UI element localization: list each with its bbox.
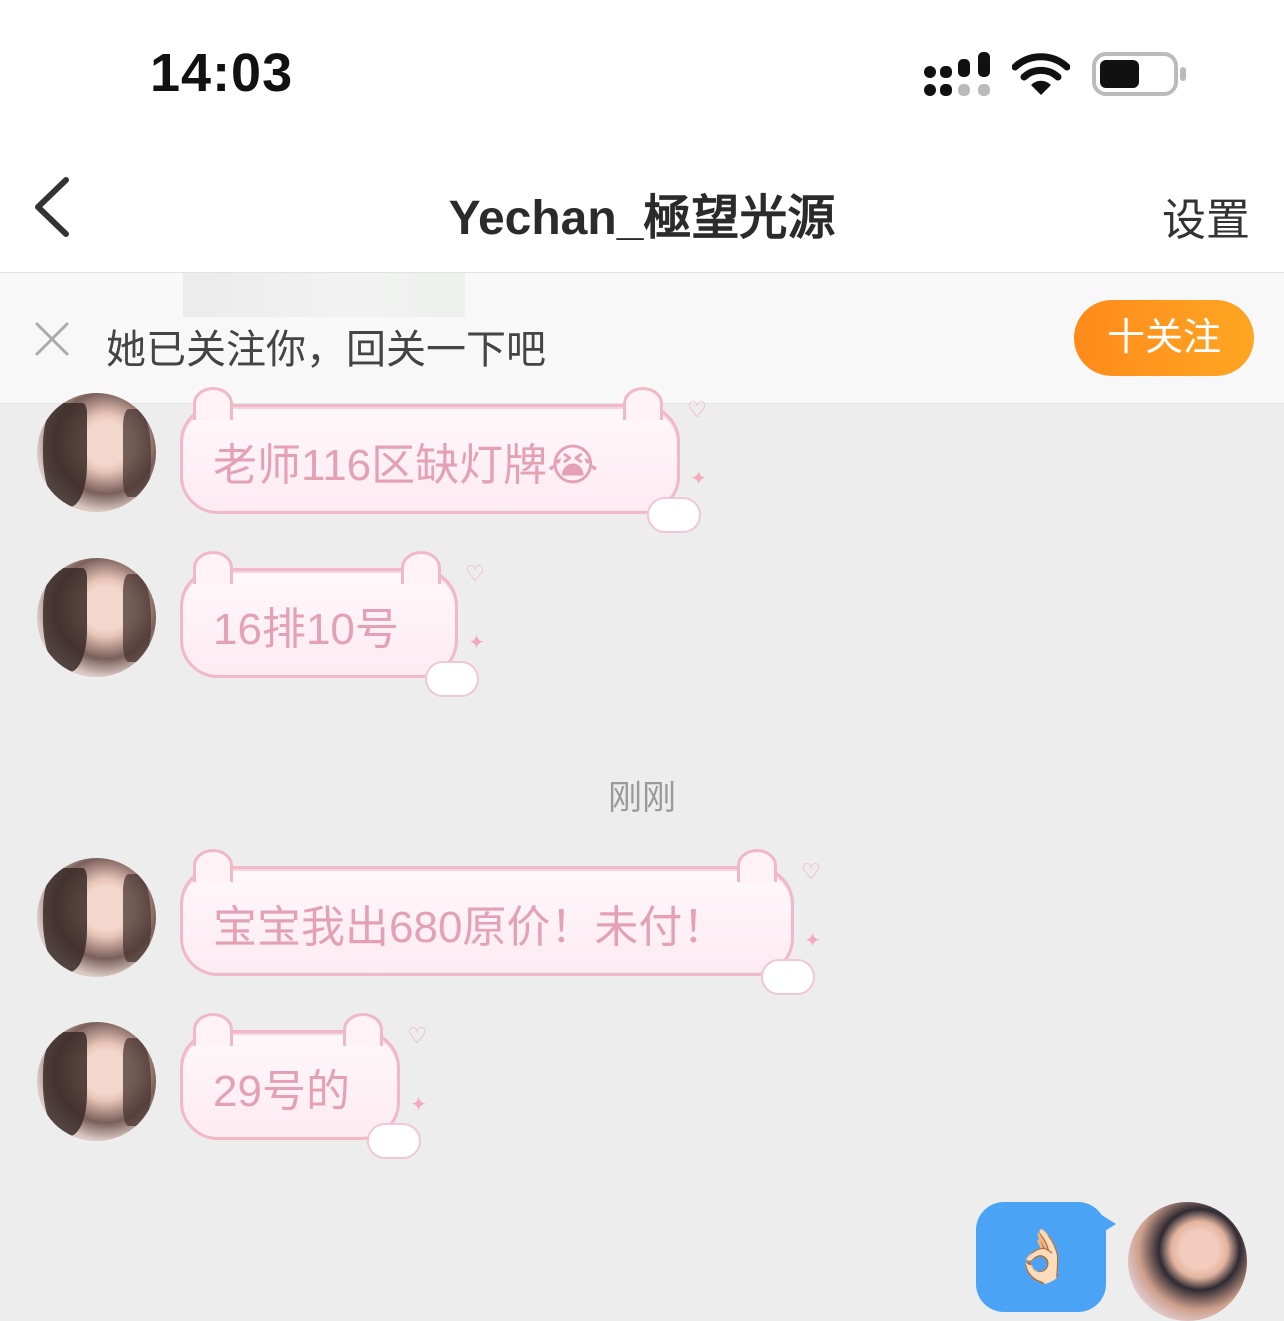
- cloud-decoration-icon: [367, 1123, 421, 1159]
- heart-decoration-icon: ♡: [407, 1023, 427, 1048]
- chat-title: Yechan_極望光源: [448, 192, 836, 245]
- sent-message-bubble[interactable]: 👌🏻: [976, 1202, 1116, 1312]
- banner-background-ghost: [183, 273, 465, 317]
- contact-avatar[interactable]: [37, 393, 156, 512]
- heart-decoration-icon: ♡: [801, 859, 821, 884]
- message-bubble[interactable]: ♡ ✦ 宝宝我出680原价！未付！: [180, 849, 821, 995]
- message-text: 宝宝我出680原价！未付！: [213, 903, 727, 952]
- contact-avatar[interactable]: [37, 558, 156, 677]
- sparkle-decoration-icon: ✦: [804, 930, 821, 952]
- nav-bar: Yechan_極望光源 设置: [0, 150, 1284, 273]
- time-divider: 刚刚: [608, 779, 676, 817]
- battery-icon: [1092, 52, 1186, 96]
- settings-button[interactable]: 设置: [1162, 184, 1250, 248]
- wifi-icon: [1012, 53, 1070, 95]
- contact-avatar[interactable]: [37, 858, 156, 977]
- message-bubble[interactable]: ♡ ✦ 老师116区缺灯牌😭: [180, 387, 707, 533]
- cloud-decoration-icon: [425, 661, 479, 697]
- contact-avatar[interactable]: [37, 1022, 156, 1141]
- message-text: 老师116区缺灯牌😭: [213, 441, 599, 490]
- message-bubble[interactable]: ♡ ✦ 16排10号: [180, 551, 485, 697]
- sparkle-decoration-icon: ✦: [468, 632, 485, 654]
- crying-face-icon: 😭: [547, 441, 599, 490]
- status-bar: 14:03: [0, 0, 1284, 150]
- heart-decoration-icon: ♡: [465, 561, 485, 586]
- message-bubble[interactable]: ♡ ✦ 29号的: [180, 1013, 427, 1159]
- message-text: 29号的: [213, 1067, 350, 1116]
- ok-hand-icon: 👌🏻: [1010, 1228, 1075, 1286]
- follow-button[interactable]: 十关注: [1074, 300, 1254, 376]
- follow-back-text: 她已关注你，回关一下吧: [106, 328, 546, 372]
- close-icon[interactable]: [34, 321, 70, 357]
- sparkle-decoration-icon: ✦: [690, 468, 707, 490]
- signal-icon: [924, 52, 990, 96]
- sparkle-decoration-icon: ✦: [410, 1094, 427, 1116]
- follow-back-banner: 她已关注你，回关一下吧 十关注: [0, 273, 1284, 404]
- message-text: 16排10号: [213, 605, 399, 654]
- status-time: 14:03: [150, 43, 294, 103]
- cloud-decoration-icon: [647, 497, 701, 533]
- my-avatar[interactable]: [1128, 1202, 1247, 1321]
- heart-decoration-icon: ♡: [687, 397, 707, 422]
- cloud-decoration-icon: [761, 959, 815, 995]
